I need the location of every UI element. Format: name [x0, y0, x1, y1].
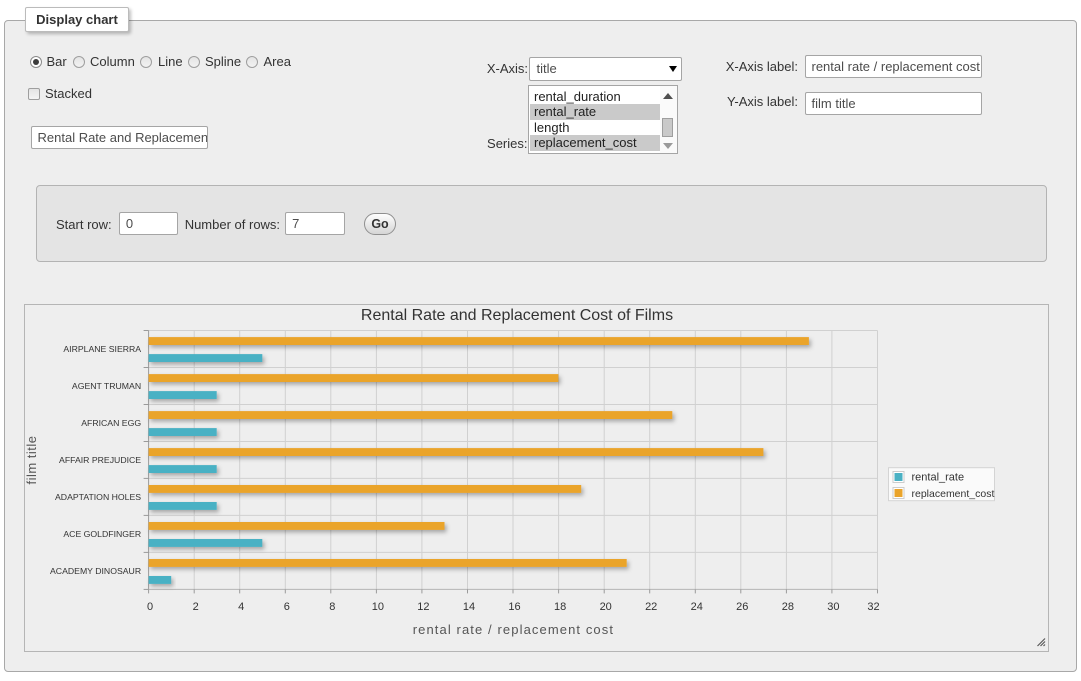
- svg-text:rental_rate: rental_rate: [912, 472, 965, 484]
- svg-text:rental rate / replacement cost: rental rate / replacement cost: [413, 622, 614, 637]
- svg-text:32: 32: [867, 601, 879, 613]
- svg-text:30: 30: [827, 601, 839, 613]
- svg-text:8: 8: [329, 601, 335, 613]
- svg-text:Rental Rate and Replacement Co: Rental Rate and Replacement Cost of Film…: [361, 307, 673, 324]
- svg-text:14: 14: [463, 601, 475, 613]
- svg-text:24: 24: [691, 601, 703, 613]
- svg-text:20: 20: [600, 601, 612, 613]
- svg-text:18: 18: [554, 601, 566, 613]
- svg-text:AIRPLANE SIERRA: AIRPLANE SIERRA: [63, 344, 141, 354]
- svg-text:28: 28: [782, 601, 794, 613]
- svg-text:26: 26: [736, 601, 748, 613]
- svg-text:12: 12: [417, 601, 429, 613]
- svg-text:film title: film title: [25, 435, 39, 484]
- svg-text:6: 6: [284, 601, 290, 613]
- svg-text:ADAPTATION HOLES: ADAPTATION HOLES: [55, 492, 141, 502]
- svg-text:22: 22: [645, 601, 657, 613]
- svg-text:ACE GOLDFINGER: ACE GOLDFINGER: [63, 529, 141, 539]
- svg-text:ACADEMY DINOSAUR: ACADEMY DINOSAUR: [50, 566, 141, 576]
- svg-text:16: 16: [508, 601, 520, 613]
- svg-text:AFRICAN EGG: AFRICAN EGG: [81, 418, 141, 428]
- svg-text:10: 10: [372, 601, 384, 613]
- svg-text:AFFAIR PREJUDICE: AFFAIR PREJUDICE: [59, 455, 141, 465]
- svg-text:0: 0: [147, 601, 153, 613]
- svg-text:AGENT TRUMAN: AGENT TRUMAN: [72, 381, 141, 391]
- svg-text:2: 2: [193, 601, 199, 613]
- svg-text:4: 4: [238, 601, 244, 613]
- svg-text:replacement_cost: replacement_cost: [912, 488, 995, 500]
